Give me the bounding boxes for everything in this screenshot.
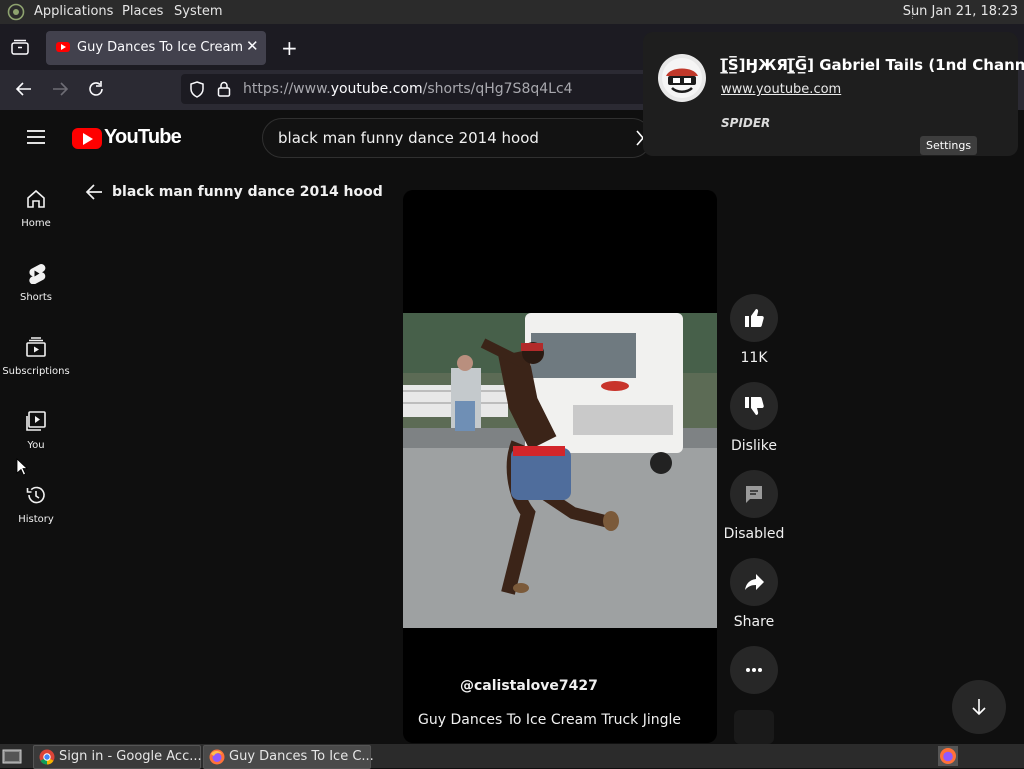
more-actions-button[interactable] bbox=[730, 646, 778, 694]
channel-avatar[interactable] bbox=[658, 54, 706, 102]
top-panel: Applications Places System Sun Jan 21, 1… bbox=[0, 0, 1024, 24]
audio-thumbnail[interactable] bbox=[734, 710, 774, 744]
url-prefix: https://www. bbox=[243, 81, 331, 97]
url-domain: youtube.com bbox=[330, 81, 423, 97]
sidebar-item-subscriptions[interactable]: Subscriptions bbox=[0, 336, 72, 377]
dislike-label: Dislike bbox=[731, 438, 777, 454]
firefox-icon bbox=[209, 749, 225, 765]
shield-icon[interactable] bbox=[189, 81, 205, 98]
tab-title: Guy Dances To Ice Cream Truck Jingle - Y… bbox=[77, 40, 245, 55]
places-menu[interactable]: Places bbox=[122, 4, 163, 19]
youtube-logo-icon[interactable] bbox=[72, 128, 102, 149]
forward-arrow-icon[interactable] bbox=[51, 81, 69, 97]
url-bar[interactable]: https://www.youtube.com/shorts/qHg7S8q4L… bbox=[181, 74, 701, 104]
firefox-tray-icon[interactable] bbox=[938, 746, 958, 766]
notification-source[interactable]: www.youtube.com bbox=[721, 82, 841, 97]
share-button[interactable]: Share bbox=[730, 558, 778, 630]
sidebar-label: Subscriptions bbox=[2, 366, 70, 377]
short-title: Guy Dances To Ice Cream Truck Jingle bbox=[418, 712, 681, 728]
video-still-image bbox=[403, 313, 717, 628]
shorts-search-heading: black man funny dance 2014 hood bbox=[112, 184, 383, 200]
sidebar-item-home[interactable]: Home bbox=[0, 188, 72, 229]
applications-menu[interactable]: Applications bbox=[34, 4, 113, 19]
shorts-icon bbox=[29, 264, 46, 284]
clock[interactable]: Sun Jan 21, 18:23 bbox=[903, 4, 1018, 19]
comments-button[interactable]: Disabled bbox=[724, 470, 784, 542]
sidebar-item-shorts[interactable]: Shorts bbox=[0, 262, 72, 303]
subscriptions-icon bbox=[26, 337, 46, 357]
browser-tab[interactable]: Guy Dances To Ice Cream Truck Jingle - Y… bbox=[46, 31, 266, 65]
back-arrow-icon[interactable] bbox=[85, 183, 103, 201]
like-button[interactable]: 11K bbox=[730, 294, 778, 366]
notification-title: [̲̅S̲̅]ӇЖЯ[̲̅G̲̅] Gabriel Tails (1nd Cha… bbox=[721, 56, 1024, 74]
video-frame[interactable] bbox=[403, 313, 717, 628]
share-icon bbox=[745, 574, 764, 590]
comment-icon bbox=[746, 486, 762, 503]
tab-overview-icon[interactable] bbox=[11, 39, 29, 55]
reload-icon[interactable] bbox=[87, 80, 105, 98]
sidebar-label: You bbox=[27, 440, 45, 451]
history-icon bbox=[26, 486, 45, 504]
show-desktop-icon[interactable] bbox=[2, 748, 22, 764]
arrow-down-icon bbox=[972, 699, 986, 716]
url-path: /shorts/qHg7S8q4Lc4 bbox=[422, 81, 573, 97]
sidebar-label: History bbox=[18, 514, 54, 525]
notification-body: SPIDER bbox=[721, 116, 771, 130]
new-tab-button[interactable]: + bbox=[281, 36, 298, 60]
mouse-cursor-icon bbox=[16, 458, 28, 476]
youtube-favicon-icon bbox=[56, 42, 70, 52]
sidebar-item-you[interactable]: You bbox=[0, 410, 72, 451]
taskbar-item-chrome[interactable]: Sign in - Google Acc... bbox=[33, 745, 202, 769]
thumbs-down-icon bbox=[745, 397, 764, 415]
url-text[interactable]: https://www.youtube.com/shorts/qHg7S8q4L… bbox=[243, 81, 573, 97]
taskbar-item-label: Sign in - Google Acc... bbox=[59, 749, 202, 764]
comments-label: Disabled bbox=[723, 526, 785, 542]
dislike-button[interactable]: Dislike bbox=[730, 382, 778, 454]
youtube-wordmark[interactable]: YouTube bbox=[104, 126, 182, 149]
next-short-button[interactable] bbox=[952, 680, 1006, 734]
back-arrow-icon[interactable] bbox=[15, 81, 33, 97]
sidebar-label: Shorts bbox=[19, 292, 53, 303]
search-bar[interactable]: black man funny dance 2014 hood bbox=[262, 118, 652, 158]
home-icon bbox=[27, 189, 45, 208]
like-count: 11K bbox=[740, 350, 768, 366]
chrome-icon bbox=[39, 749, 55, 765]
thumbs-up-icon bbox=[745, 309, 764, 327]
close-tab-icon[interactable]: ✕ bbox=[246, 37, 259, 55]
more-horizontal-icon bbox=[746, 668, 762, 672]
share-label: Share bbox=[733, 614, 775, 630]
lock-icon[interactable] bbox=[217, 81, 231, 97]
settings-tooltip: Settings bbox=[920, 136, 978, 155]
sidebar-label: Home bbox=[21, 218, 51, 229]
gnome-foot-icon[interactable] bbox=[7, 3, 25, 21]
channel-handle[interactable]: @calistalove7427 bbox=[460, 678, 598, 694]
taskbar-item-label: Guy Dances To Ice C... bbox=[229, 749, 374, 764]
sidebar-item-history[interactable]: History bbox=[0, 484, 72, 525]
taskbar-item-firefox[interactable]: Guy Dances To Ice C... bbox=[203, 745, 374, 769]
hamburger-menu-icon[interactable] bbox=[26, 129, 46, 145]
search-input[interactable]: black man funny dance 2014 hood bbox=[278, 129, 539, 147]
you-icon bbox=[26, 411, 46, 431]
system-menu[interactable]: System bbox=[174, 4, 222, 19]
